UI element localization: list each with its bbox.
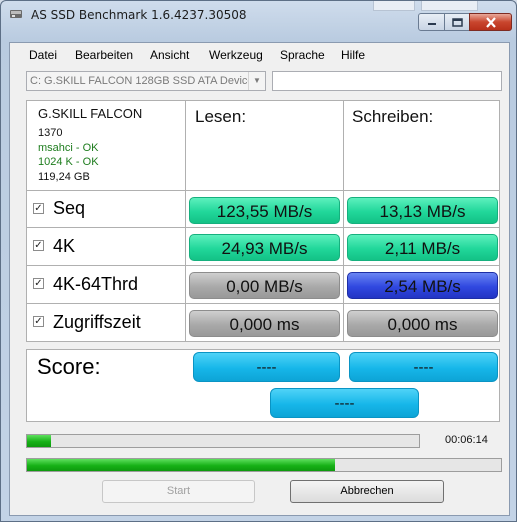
menu-bar: Datei Bearbeiten Ansicht Werkzeug Sprach… bbox=[10, 43, 509, 65]
maximize-icon bbox=[451, 17, 463, 27]
menu-sprache[interactable]: Sprache bbox=[280, 48, 325, 62]
seq-read-result: 123,55 MB/s bbox=[189, 197, 340, 224]
read-column-header: Lesen: bbox=[195, 107, 247, 126]
window-title: AS SSD Benchmark 1.6.4237.30508 bbox=[31, 8, 247, 22]
device-dropdown[interactable]: C: G.SKILL FALCON 128GB SSD ATA Device ▼ bbox=[26, 71, 266, 91]
close-button[interactable] bbox=[469, 13, 512, 31]
access-time-label: Zugriffszeit bbox=[53, 312, 141, 332]
comment-input[interactable] bbox=[272, 71, 502, 91]
seq-write-result: 13,13 MB/s bbox=[347, 197, 498, 224]
4k64-checkbox[interactable]: ✓ bbox=[33, 278, 44, 289]
4k-write-result: 2,11 MB/s bbox=[347, 234, 498, 261]
seq-checkbox[interactable]: ✓ bbox=[33, 203, 44, 214]
test-progress-fill bbox=[27, 435, 51, 447]
4k-label: 4K bbox=[53, 236, 76, 256]
read-score: ---- bbox=[193, 352, 340, 382]
overall-progress-bar bbox=[26, 458, 502, 472]
start-button[interactable]: Start bbox=[102, 480, 255, 503]
menu-werkzeug[interactable]: Werkzeug bbox=[209, 48, 263, 62]
driver-status: msahci - OK bbox=[38, 142, 99, 154]
4k64-write-result: 2,54 MB/s bbox=[347, 272, 498, 299]
abort-button[interactable]: Abbrechen bbox=[290, 480, 444, 503]
title-bar[interactable]: AS SSD Benchmark 1.6.4237.30508 bbox=[1, 1, 516, 31]
access-time-read-result: 0,000 ms bbox=[189, 310, 340, 337]
device-dropdown-value: C: G.SKILL FALCON 128GB SSD ATA Device bbox=[30, 75, 254, 87]
elapsed-time: 00:06:14 bbox=[445, 434, 488, 446]
menu-ansicht[interactable]: Ansicht bbox=[150, 48, 189, 62]
4k64-label: 4K-64Thrd bbox=[53, 274, 139, 294]
maximize-button[interactable] bbox=[444, 13, 470, 31]
test-progress-bar bbox=[26, 434, 420, 448]
app-icon bbox=[10, 10, 22, 18]
results-grid: G.SKILL FALCON 1370 msahci - OK 1024 K -… bbox=[26, 100, 500, 342]
minimize-icon bbox=[427, 23, 436, 25]
score-label: Score: bbox=[37, 354, 101, 379]
close-icon bbox=[485, 16, 496, 28]
drive-firmware: 1370 bbox=[38, 127, 63, 139]
overall-progress-fill bbox=[27, 459, 336, 471]
menu-datei[interactable]: Datei bbox=[29, 48, 57, 62]
menu-bearbeiten[interactable]: Bearbeiten bbox=[75, 48, 133, 62]
app-window: AS SSD Benchmark 1.6.4237.30508 Datei Be… bbox=[0, 0, 517, 522]
total-score: ---- bbox=[270, 388, 419, 418]
drive-name: G.SKILL FALCON bbox=[38, 106, 143, 121]
menu-hilfe[interactable]: Hilfe bbox=[341, 48, 365, 62]
chevron-down-icon[interactable]: ▼ bbox=[248, 72, 265, 90]
4k64-read-result: 0,00 MB/s bbox=[189, 272, 340, 299]
main-panel: Datei Bearbeiten Ansicht Werkzeug Sprach… bbox=[9, 42, 510, 516]
access-time-write-result: 0,000 ms bbox=[347, 310, 498, 337]
4k-read-result: 24,93 MB/s bbox=[189, 234, 340, 261]
alignment-status: 1024 K - OK bbox=[38, 156, 99, 168]
write-column-header: Schreiben: bbox=[352, 107, 434, 126]
access-time-checkbox[interactable]: ✓ bbox=[33, 316, 44, 327]
minimize-button[interactable] bbox=[418, 13, 445, 31]
write-score: ---- bbox=[349, 352, 498, 382]
seq-label: Seq bbox=[53, 198, 86, 218]
4k-checkbox[interactable]: ✓ bbox=[33, 240, 44, 251]
score-panel: Score: ---- ---- ---- bbox=[26, 349, 500, 422]
drive-size: 119,24 GB bbox=[38, 171, 90, 183]
